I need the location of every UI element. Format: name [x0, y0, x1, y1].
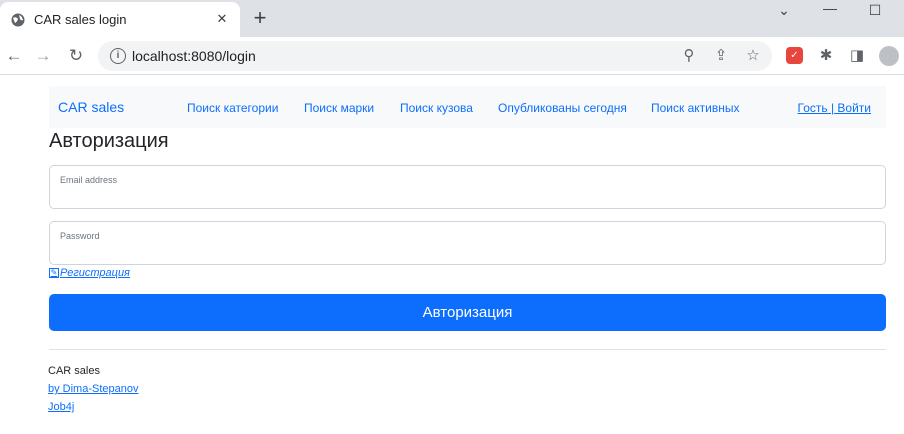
nav-link-brand[interactable]: Поиск марки: [304, 101, 374, 115]
zoom-icon[interactable]: ⚲: [680, 47, 698, 65]
browser-toolbar: ← → ↻ i localhost:8080/login ⚲ ⇪ ☆ ✓ ✱ ◨: [0, 37, 904, 75]
register-link[interactable]: ✎ Регистрация: [49, 267, 130, 279]
maximize-button[interactable]: ☐: [861, 2, 889, 22]
browser-tabstrip: CAR sales login ✕ + ⌄ — ☐: [0, 0, 904, 37]
chevron-down-icon[interactable]: ⌄: [770, 2, 798, 22]
login-link[interactable]: Гость | Войти: [798, 101, 871, 115]
footer-title: CAR sales: [48, 365, 100, 377]
edit-icon: ✎: [49, 268, 59, 278]
reload-icon[interactable]: ↻: [65, 45, 87, 67]
footer-author-link[interactable]: by Dima-Stepanov: [48, 383, 139, 395]
new-tab-button[interactable]: +: [250, 7, 270, 29]
navbar: CAR sales Поиск категории Поиск марки По…: [49, 86, 886, 128]
email-input[interactable]: [60, 188, 870, 204]
login-submit-button[interactable]: Авторизация: [49, 294, 886, 331]
extension-icon[interactable]: ✓: [786, 47, 803, 64]
address-bar[interactable]: i localhost:8080/login ⚲ ⇪ ☆: [98, 41, 772, 71]
star-icon[interactable]: ☆: [744, 47, 762, 65]
minimize-button[interactable]: —: [816, 0, 844, 20]
url-text[interactable]: localhost:8080/login: [132, 48, 256, 64]
password-label: Password: [60, 231, 100, 241]
nav-link-category[interactable]: Поиск категории: [187, 101, 278, 115]
tab-title: CAR sales login: [34, 12, 127, 27]
footer-divider: [49, 349, 886, 350]
email-field[interactable]: Email address: [49, 165, 886, 209]
page-title: Авторизация: [49, 130, 169, 152]
nav-link-active[interactable]: Поиск активных: [651, 101, 739, 115]
forward-icon[interactable]: →: [32, 45, 54, 67]
password-input[interactable]: [60, 244, 870, 260]
back-icon[interactable]: ←: [3, 45, 25, 67]
email-label: Email address: [60, 175, 118, 185]
close-icon[interactable]: ✕: [213, 10, 231, 28]
info-icon[interactable]: i: [110, 48, 126, 64]
puzzle-icon[interactable]: ✱: [816, 46, 836, 66]
register-link-label[interactable]: Регистрация: [60, 267, 130, 279]
footer-org-link[interactable]: Job4j: [48, 401, 74, 413]
share-icon[interactable]: ⇪: [712, 47, 730, 65]
password-field[interactable]: Password: [49, 221, 886, 265]
navbar-brand[interactable]: CAR sales: [58, 99, 124, 115]
sidepanel-icon[interactable]: ◨: [847, 46, 867, 66]
nav-link-body[interactable]: Поиск кузова: [400, 101, 473, 115]
browser-tab[interactable]: CAR sales login ✕: [0, 2, 240, 37]
nav-link-today[interactable]: Опубликованы сегодня: [498, 101, 627, 115]
globe-icon: [11, 13, 25, 27]
page-content: CAR sales Поиск категории Поиск марки По…: [0, 76, 904, 434]
profile-icon[interactable]: [879, 46, 899, 66]
